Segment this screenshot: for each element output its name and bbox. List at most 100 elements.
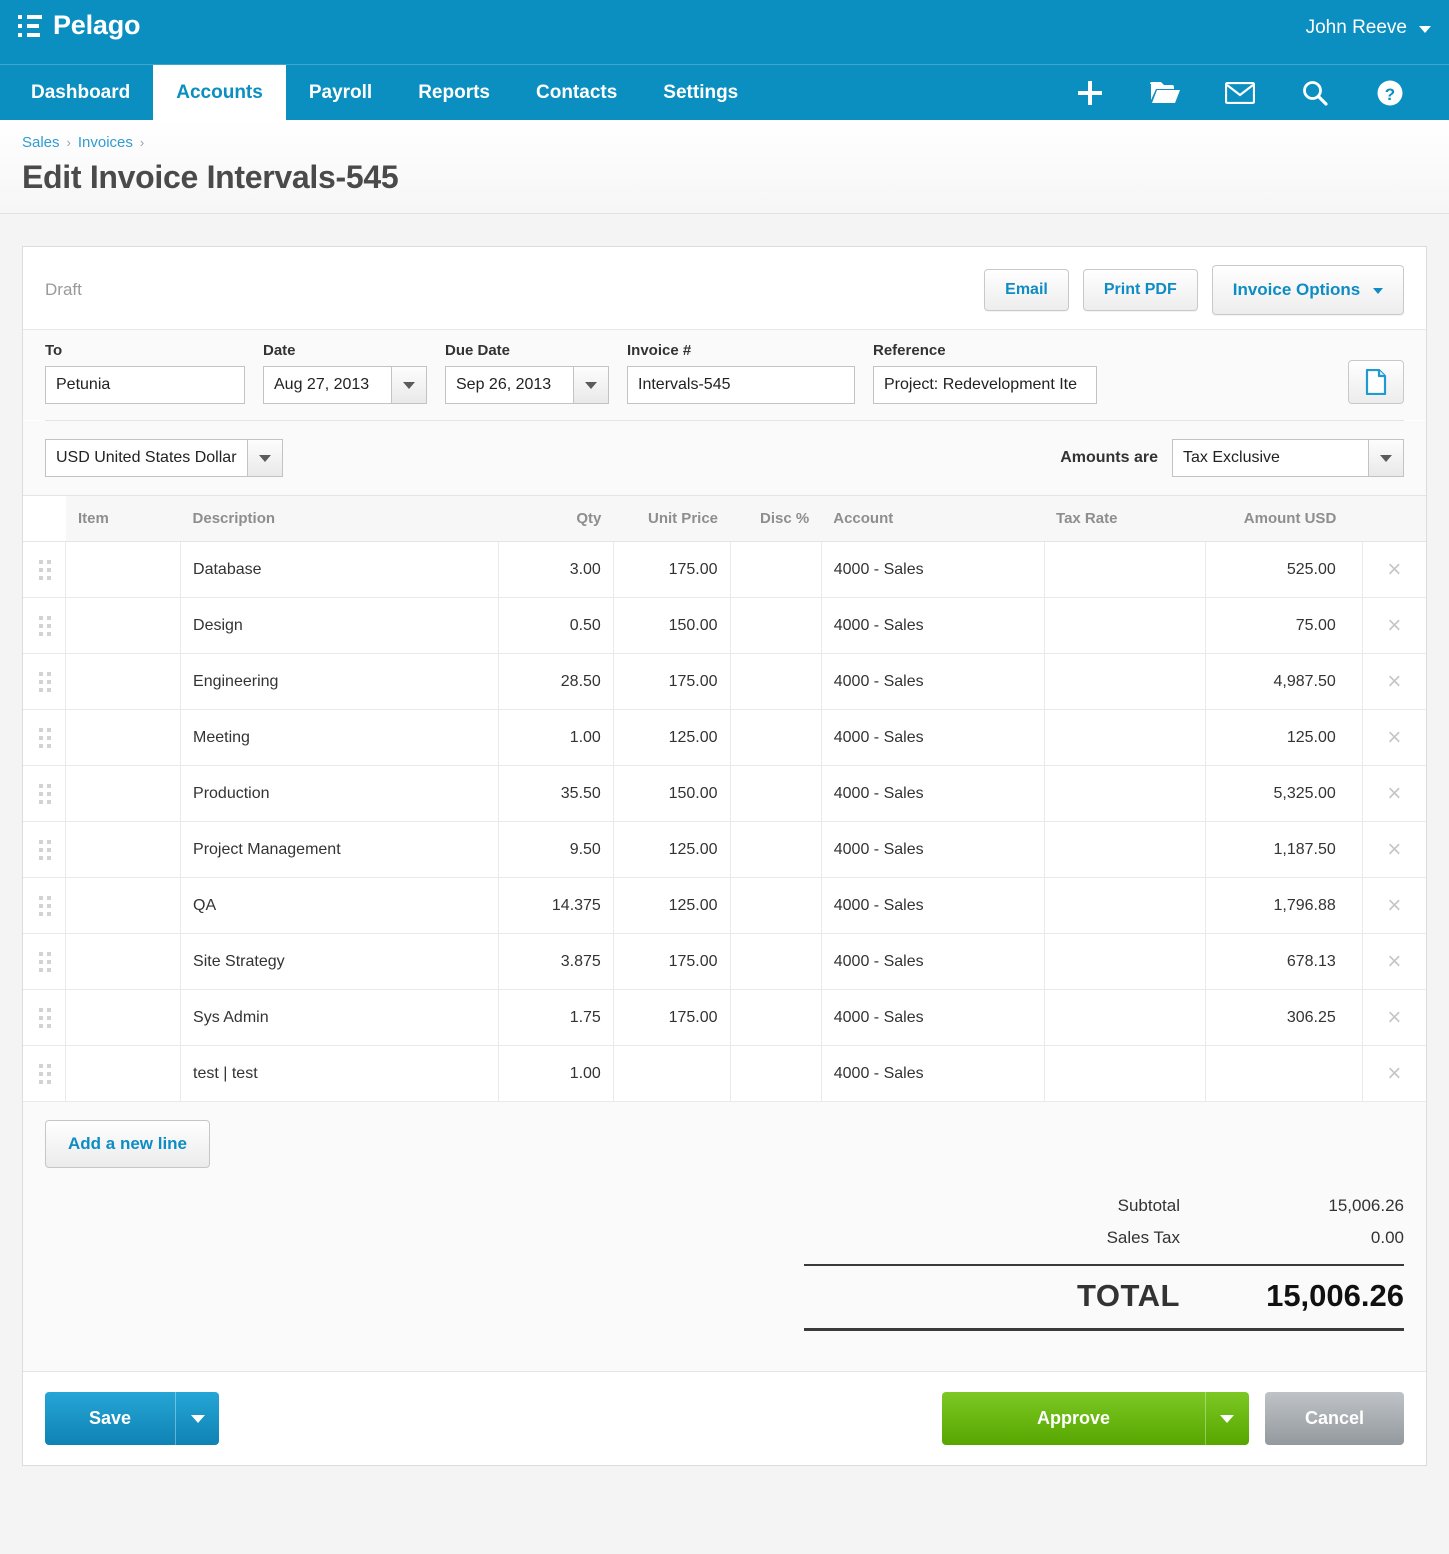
cell-description[interactable]: QA	[180, 877, 500, 934]
reference-input[interactable]	[873, 366, 1097, 404]
cell-item[interactable]	[65, 597, 182, 654]
cell-disc[interactable]	[729, 541, 822, 598]
help-icon[interactable]: ?	[1352, 65, 1427, 121]
drag-handle-icon[interactable]	[39, 783, 51, 804]
cell-account[interactable]: 4000 - Sales	[820, 989, 1045, 1046]
user-menu[interactable]: John Reeve	[1306, 17, 1431, 39]
cell-account[interactable]: 4000 - Sales	[820, 821, 1045, 878]
brand-logo[interactable]: Pelago	[18, 10, 141, 41]
cell-account[interactable]: 4000 - Sales	[820, 541, 1045, 598]
drag-handle-icon[interactable]	[39, 895, 51, 916]
cell-description[interactable]: Site Strategy	[180, 933, 500, 990]
cell-account[interactable]: 4000 - Sales	[820, 877, 1045, 934]
cell-item[interactable]	[65, 765, 182, 822]
cell-tax-rate[interactable]	[1043, 877, 1206, 934]
cell-account[interactable]: 4000 - Sales	[820, 933, 1045, 990]
cell-description[interactable]: Engineering	[180, 653, 500, 710]
tab-payroll[interactable]: Payroll	[286, 65, 395, 121]
cell-description[interactable]: Project Management	[180, 821, 500, 878]
cell-unit-price[interactable]: 125.00	[612, 877, 731, 934]
delete-row-icon[interactable]: ×	[1387, 892, 1401, 919]
cell-disc[interactable]	[729, 877, 822, 934]
cell-item[interactable]	[65, 989, 182, 1046]
tab-reports[interactable]: Reports	[395, 65, 513, 121]
email-button[interactable]: Email	[984, 269, 1069, 311]
due-date-combo[interactable]	[445, 366, 609, 404]
cell-qty[interactable]: 14.375	[498, 877, 614, 934]
cell-item[interactable]	[65, 933, 182, 990]
cell-unit-price[interactable]: 175.00	[612, 653, 731, 710]
search-icon[interactable]	[1277, 65, 1352, 121]
save-dropdown-button[interactable]	[175, 1392, 220, 1445]
cell-item[interactable]	[65, 709, 182, 766]
cell-disc[interactable]	[729, 933, 822, 990]
drag-handle-icon[interactable]	[39, 1063, 51, 1084]
drag-handle-icon[interactable]	[39, 839, 51, 860]
tab-contacts[interactable]: Contacts	[513, 65, 640, 121]
delete-row-icon[interactable]: ×	[1387, 836, 1401, 863]
date-dropdown-button[interactable]	[391, 366, 427, 404]
cell-qty[interactable]: 0.50	[498, 597, 614, 654]
cell-unit-price[interactable]: 150.00	[612, 765, 731, 822]
cell-qty[interactable]: 3.875	[498, 933, 614, 990]
cell-description[interactable]: Design	[180, 597, 500, 654]
add-new-line-button[interactable]: Add a new line	[45, 1120, 211, 1168]
cell-account[interactable]: 4000 - Sales	[820, 1045, 1045, 1102]
cell-tax-rate[interactable]	[1043, 597, 1206, 654]
cell-description[interactable]: Production	[180, 765, 500, 822]
cell-tax-rate[interactable]	[1043, 653, 1206, 710]
cell-qty[interactable]: 1.75	[498, 989, 614, 1046]
cell-item[interactable]	[65, 541, 182, 598]
invoice-number-input[interactable]	[627, 366, 855, 404]
cell-unit-price[interactable]: 175.00	[612, 541, 731, 598]
delete-row-icon[interactable]: ×	[1387, 948, 1401, 975]
cell-qty[interactable]: 9.50	[498, 821, 614, 878]
cell-disc[interactable]	[729, 765, 822, 822]
cell-tax-rate[interactable]	[1043, 709, 1206, 766]
delete-row-icon[interactable]: ×	[1387, 780, 1401, 807]
drag-handle-icon[interactable]	[39, 1007, 51, 1028]
to-input[interactable]	[45, 366, 245, 404]
cell-unit-price[interactable]: 125.00	[612, 821, 731, 878]
folder-open-icon[interactable]	[1127, 65, 1202, 121]
cell-disc[interactable]	[729, 597, 822, 654]
cell-unit-price[interactable]: 125.00	[612, 709, 731, 766]
currency-combo[interactable]	[45, 439, 283, 477]
cell-tax-rate[interactable]	[1043, 541, 1206, 598]
list-menu-icon[interactable]	[18, 14, 42, 37]
drag-handle-icon[interactable]	[39, 615, 51, 636]
breadcrumb-sales[interactable]: Sales	[22, 134, 60, 151]
cell-item[interactable]	[65, 1045, 182, 1102]
cell-description[interactable]: Sys Admin	[180, 989, 500, 1046]
cell-tax-rate[interactable]	[1043, 821, 1206, 878]
approve-button[interactable]: Approve	[941, 1392, 1249, 1445]
cancel-button[interactable]: Cancel	[1264, 1392, 1404, 1445]
delete-row-icon[interactable]: ×	[1387, 556, 1401, 583]
cell-unit-price[interactable]	[612, 1045, 731, 1102]
cell-account[interactable]: 4000 - Sales	[820, 765, 1045, 822]
cell-description[interactable]: Database	[180, 541, 500, 598]
cell-tax-rate[interactable]	[1043, 765, 1206, 822]
cell-item[interactable]	[65, 821, 182, 878]
cell-disc[interactable]	[729, 1045, 822, 1102]
envelope-icon[interactable]	[1202, 65, 1277, 121]
cell-unit-price[interactable]: 150.00	[612, 597, 731, 654]
cell-disc[interactable]	[729, 989, 822, 1046]
cell-description[interactable]: Meeting	[180, 709, 500, 766]
currency-input[interactable]	[45, 439, 247, 477]
breadcrumb-invoices[interactable]: Invoices	[78, 134, 133, 151]
cell-account[interactable]: 4000 - Sales	[820, 709, 1045, 766]
due-date-dropdown-button[interactable]	[573, 366, 609, 404]
cell-item[interactable]	[65, 877, 182, 934]
cell-tax-rate[interactable]	[1043, 933, 1206, 990]
cell-tax-rate[interactable]	[1043, 1045, 1206, 1102]
delete-row-icon[interactable]: ×	[1387, 668, 1401, 695]
plus-icon[interactable]	[1052, 65, 1127, 121]
print-pdf-button[interactable]: Print PDF	[1082, 269, 1198, 311]
tab-accounts[interactable]: Accounts	[153, 65, 286, 121]
currency-dropdown-button[interactable]	[247, 439, 283, 477]
approve-dropdown-button[interactable]	[1204, 1392, 1249, 1445]
amounts-are-combo[interactable]	[1172, 439, 1404, 477]
cell-qty[interactable]: 35.50	[498, 765, 614, 822]
cell-qty[interactable]: 3.00	[498, 541, 614, 598]
